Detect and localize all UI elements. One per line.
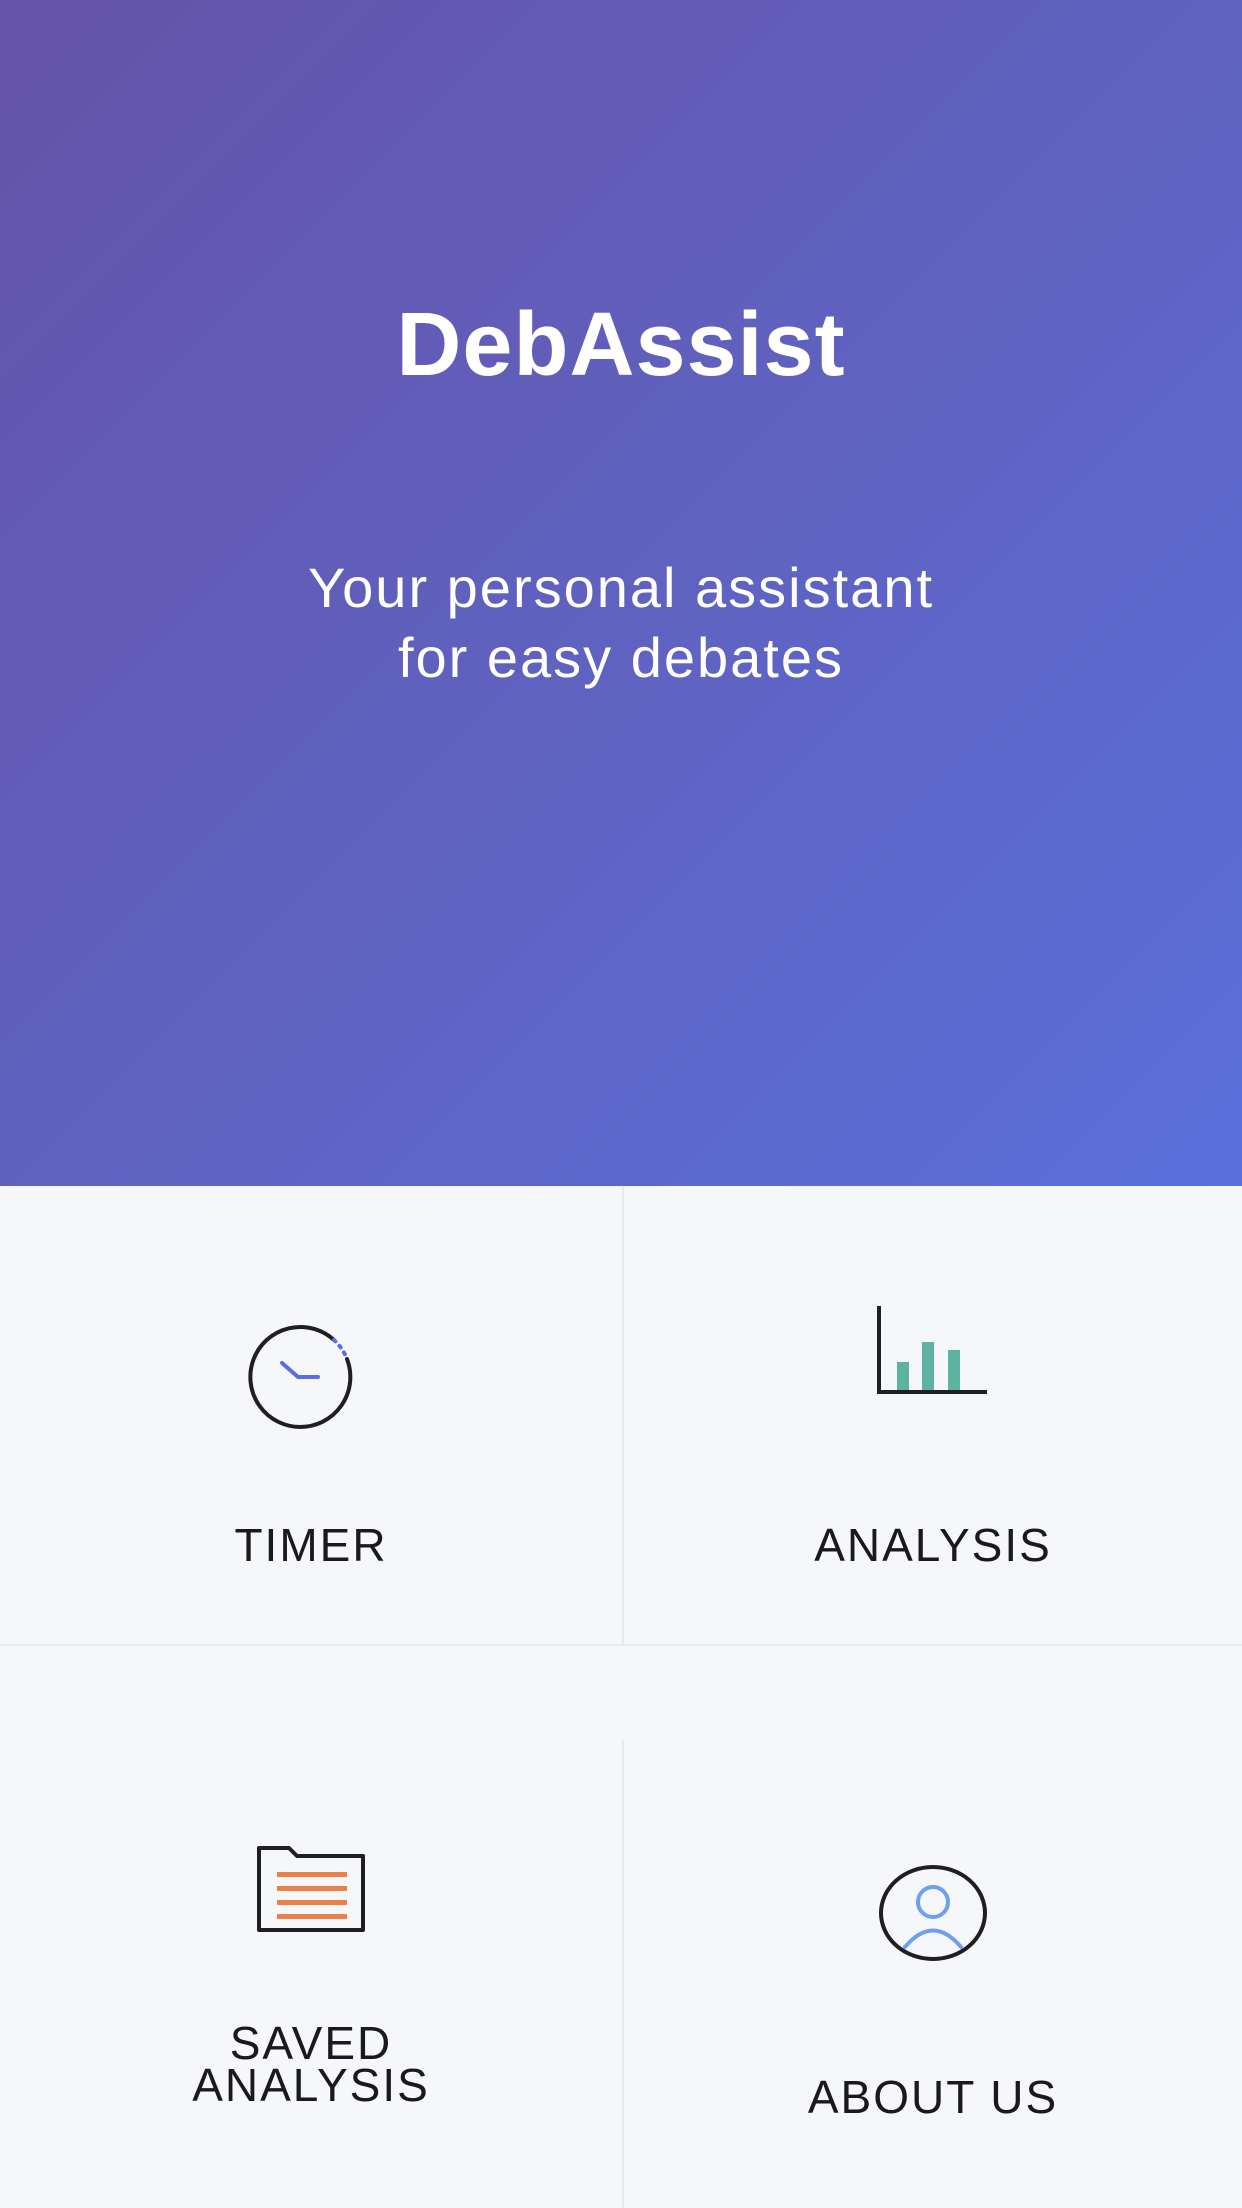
user-profile-icon [873,1858,993,1973]
app-tagline: Your personal assistant for easy debates [307,556,935,689]
about-us-label: ABOUT US [807,2071,1059,2123]
saved-analysis-tile[interactable]: SAVED ANALYSIS [0,1740,624,2208]
hero-banner: DebAssist Your personal assistant for ea… [0,0,1242,1186]
app-title: DebAssist [396,295,846,395]
timer-label: TIMER [234,1519,388,1571]
about-us-tile[interactable]: ABOUT US [624,1740,1242,2208]
analysis-tile[interactable]: ANALYSIS [624,1186,1242,1646]
analysis-label: ANALYSIS [814,1519,1052,1571]
folder-document-icon [251,1840,371,1945]
saved-analysis-label: SAVED ANALYSIS [192,2017,430,2111]
bar-chart-icon [873,1304,993,1409]
timer-tile[interactable]: TIMER [0,1186,624,1646]
timer-icon [246,1306,376,1441]
